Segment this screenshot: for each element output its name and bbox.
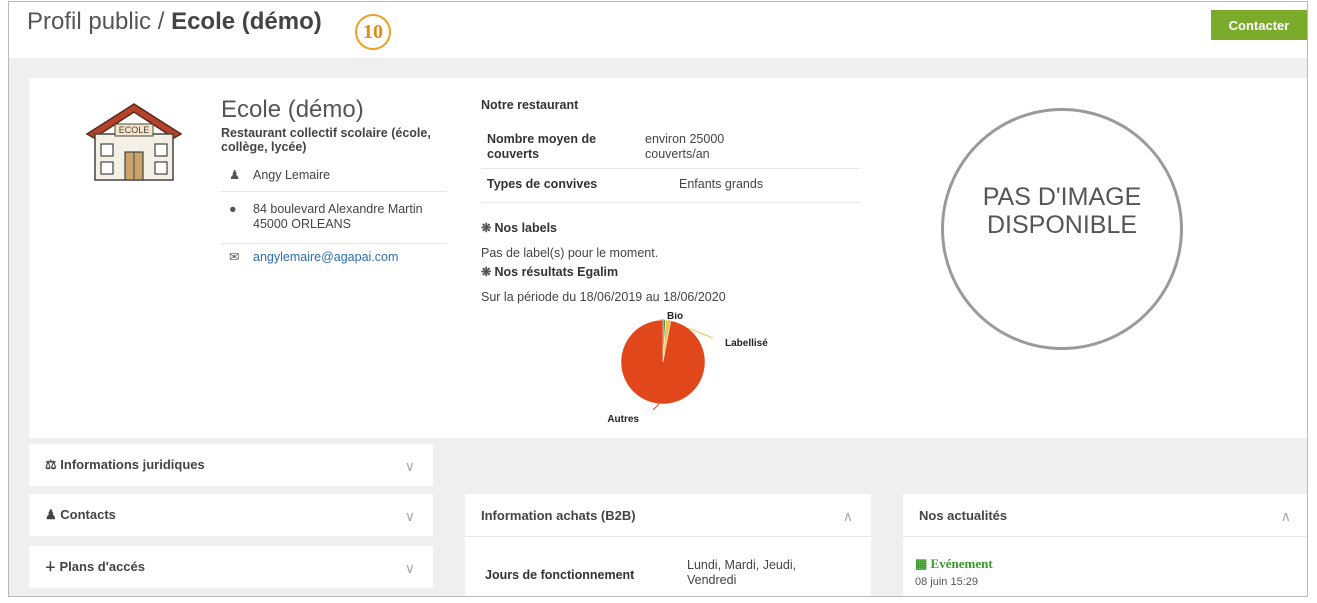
pie-slice-autres <box>620 319 706 405</box>
envelope-icon: ✉ <box>229 250 240 264</box>
calendar-icon: ▦ <box>915 556 931 571</box>
users-icon: ♟ <box>45 507 61 522</box>
user-icon: ♟ <box>229 168 241 182</box>
divider <box>903 536 1307 537</box>
accordion-access-label: Plans d'accés <box>59 559 145 574</box>
chevron-up-icon[interactable]: ∧ <box>1281 508 1291 525</box>
restaurant-section-title: Notre restaurant <box>481 98 579 112</box>
accordion-access[interactable]: ∔ Plans d'accés ∨ <box>29 546 433 588</box>
restaurant-table: Nombre moyen de couverts environ 25000 c… <box>481 126 859 203</box>
chevron-up-icon[interactable]: ∧ <box>843 508 853 525</box>
chevron-down-icon[interactable]: ∨ <box>405 508 415 525</box>
labels-title-text: Nos labels <box>494 221 558 235</box>
egalim-pie-chart: BioLabelliséAutres <box>607 312 768 425</box>
pie-label: Labellisé <box>725 338 768 349</box>
email-row: ✉ angylemaire@agapai.com <box>221 250 447 270</box>
breadcrumb-current: Ecole (démo) <box>171 8 322 35</box>
no-image-placeholder: PAS D'IMAGE DISPONIBLE <box>941 108 1183 350</box>
egalim-period: Sur la période du 18/06/2019 au 18/06/20… <box>481 290 726 304</box>
school-type: Restaurant collectif scolaire (école, co… <box>221 126 431 154</box>
breadcrumb-prefix: Profil public / <box>27 8 172 35</box>
pie-leader-line <box>652 403 660 411</box>
labels-empty-text: Pas de label(s) pour le moment. <box>481 246 659 260</box>
accordion-legal-title: ⚖ Informations juridiques <box>45 457 205 473</box>
accordion-access-title: ∔ Plans d'accés <box>45 559 145 575</box>
days-label: Jours de fonctionnement <box>485 568 635 582</box>
page-title: Profil public / Ecole (démo) <box>27 8 322 36</box>
table-value: Enfants grands <box>679 177 764 191</box>
map-marker-icon: ● <box>229 202 237 216</box>
gear-icon: ❋ <box>481 265 492 279</box>
accordion-legal-label: Informations juridiques <box>60 457 205 472</box>
news-event-type: Evénement <box>930 556 993 571</box>
table-row: Types de convives Enfants grands <box>481 169 859 203</box>
contact-person-row: ♟ Angy Lemaire <box>221 168 447 192</box>
table-key: Types de convives <box>487 177 598 191</box>
egalim-title-text: Nos résultats Egalim <box>494 265 619 279</box>
accordion-legal[interactable]: ⚖ Informations juridiques ∨ <box>29 444 433 486</box>
step-badge: 10 <box>355 14 391 50</box>
accordion-contacts[interactable]: ♟ Contacts ∨ <box>29 494 433 536</box>
email-link[interactable]: angylemaire@agapai.com <box>253 250 398 270</box>
school-logo: ECOLE <box>85 103 183 181</box>
contact-button[interactable]: Contacter <box>1211 10 1307 40</box>
news-event[interactable]: ▦ Evénement <box>915 556 993 572</box>
b2b-panel: Information achats (B2B) ∧ Jours de fonc… <box>465 494 871 596</box>
pie-label: Autres <box>607 414 639 425</box>
contact-person-name: Angy Lemaire <box>253 168 331 182</box>
accordion-contacts-label: Contacts <box>60 507 116 522</box>
address-row: ● 84 boulevard Alexandre Martin 45000 OR… <box>221 202 447 244</box>
gear-icon: ❋ <box>481 221 492 235</box>
app-frame: Profil public / Ecole (démo) 10 Contacte… <box>8 1 1308 597</box>
accordion-contacts-title: ♟ Contacts <box>45 507 116 523</box>
balance-icon: ⚖ <box>45 457 61 472</box>
table-value: environ 25000 couverts/an <box>645 132 725 161</box>
no-image-line2: DISPONIBLE <box>986 211 1138 239</box>
logo-sign-text: ECOLE <box>119 125 150 135</box>
days-value: Lundi, Mardi, Jeudi, Vendredi <box>687 558 797 587</box>
divider <box>465 536 871 537</box>
table-key: Nombre moyen de couverts <box>487 132 597 161</box>
profile-card: ECOLE Ecole (démo) Restaurant collectif … <box>29 78 1307 438</box>
school-name: Ecole (démo) <box>221 96 364 123</box>
egalim-section-title: ❋ Nos résultats Egalim <box>481 264 618 279</box>
news-event-date: 08 juin 15:29 <box>915 576 978 588</box>
chevron-down-icon[interactable]: ∨ <box>405 458 415 475</box>
table-row: Nombre moyen de couverts environ 25000 c… <box>481 126 859 169</box>
news-panel: Nos actualités ∧ ▦ Evénement 08 juin 15:… <box>903 494 1307 596</box>
address-text: 84 boulevard Alexandre Martin 45000 ORLE… <box>253 202 423 231</box>
page-header: Profil public / Ecole (démo) 10 Contacte… <box>9 2 1307 58</box>
news-title[interactable]: Nos actualités <box>919 508 1007 523</box>
signpost-icon: ∔ <box>45 559 60 574</box>
no-image-line1: PAS D'IMAGE <box>982 183 1142 211</box>
chevron-down-icon[interactable]: ∨ <box>405 560 415 577</box>
labels-section-title: ❋ Nos labels <box>481 220 557 235</box>
b2b-title[interactable]: Information achats (B2B) <box>481 508 636 523</box>
